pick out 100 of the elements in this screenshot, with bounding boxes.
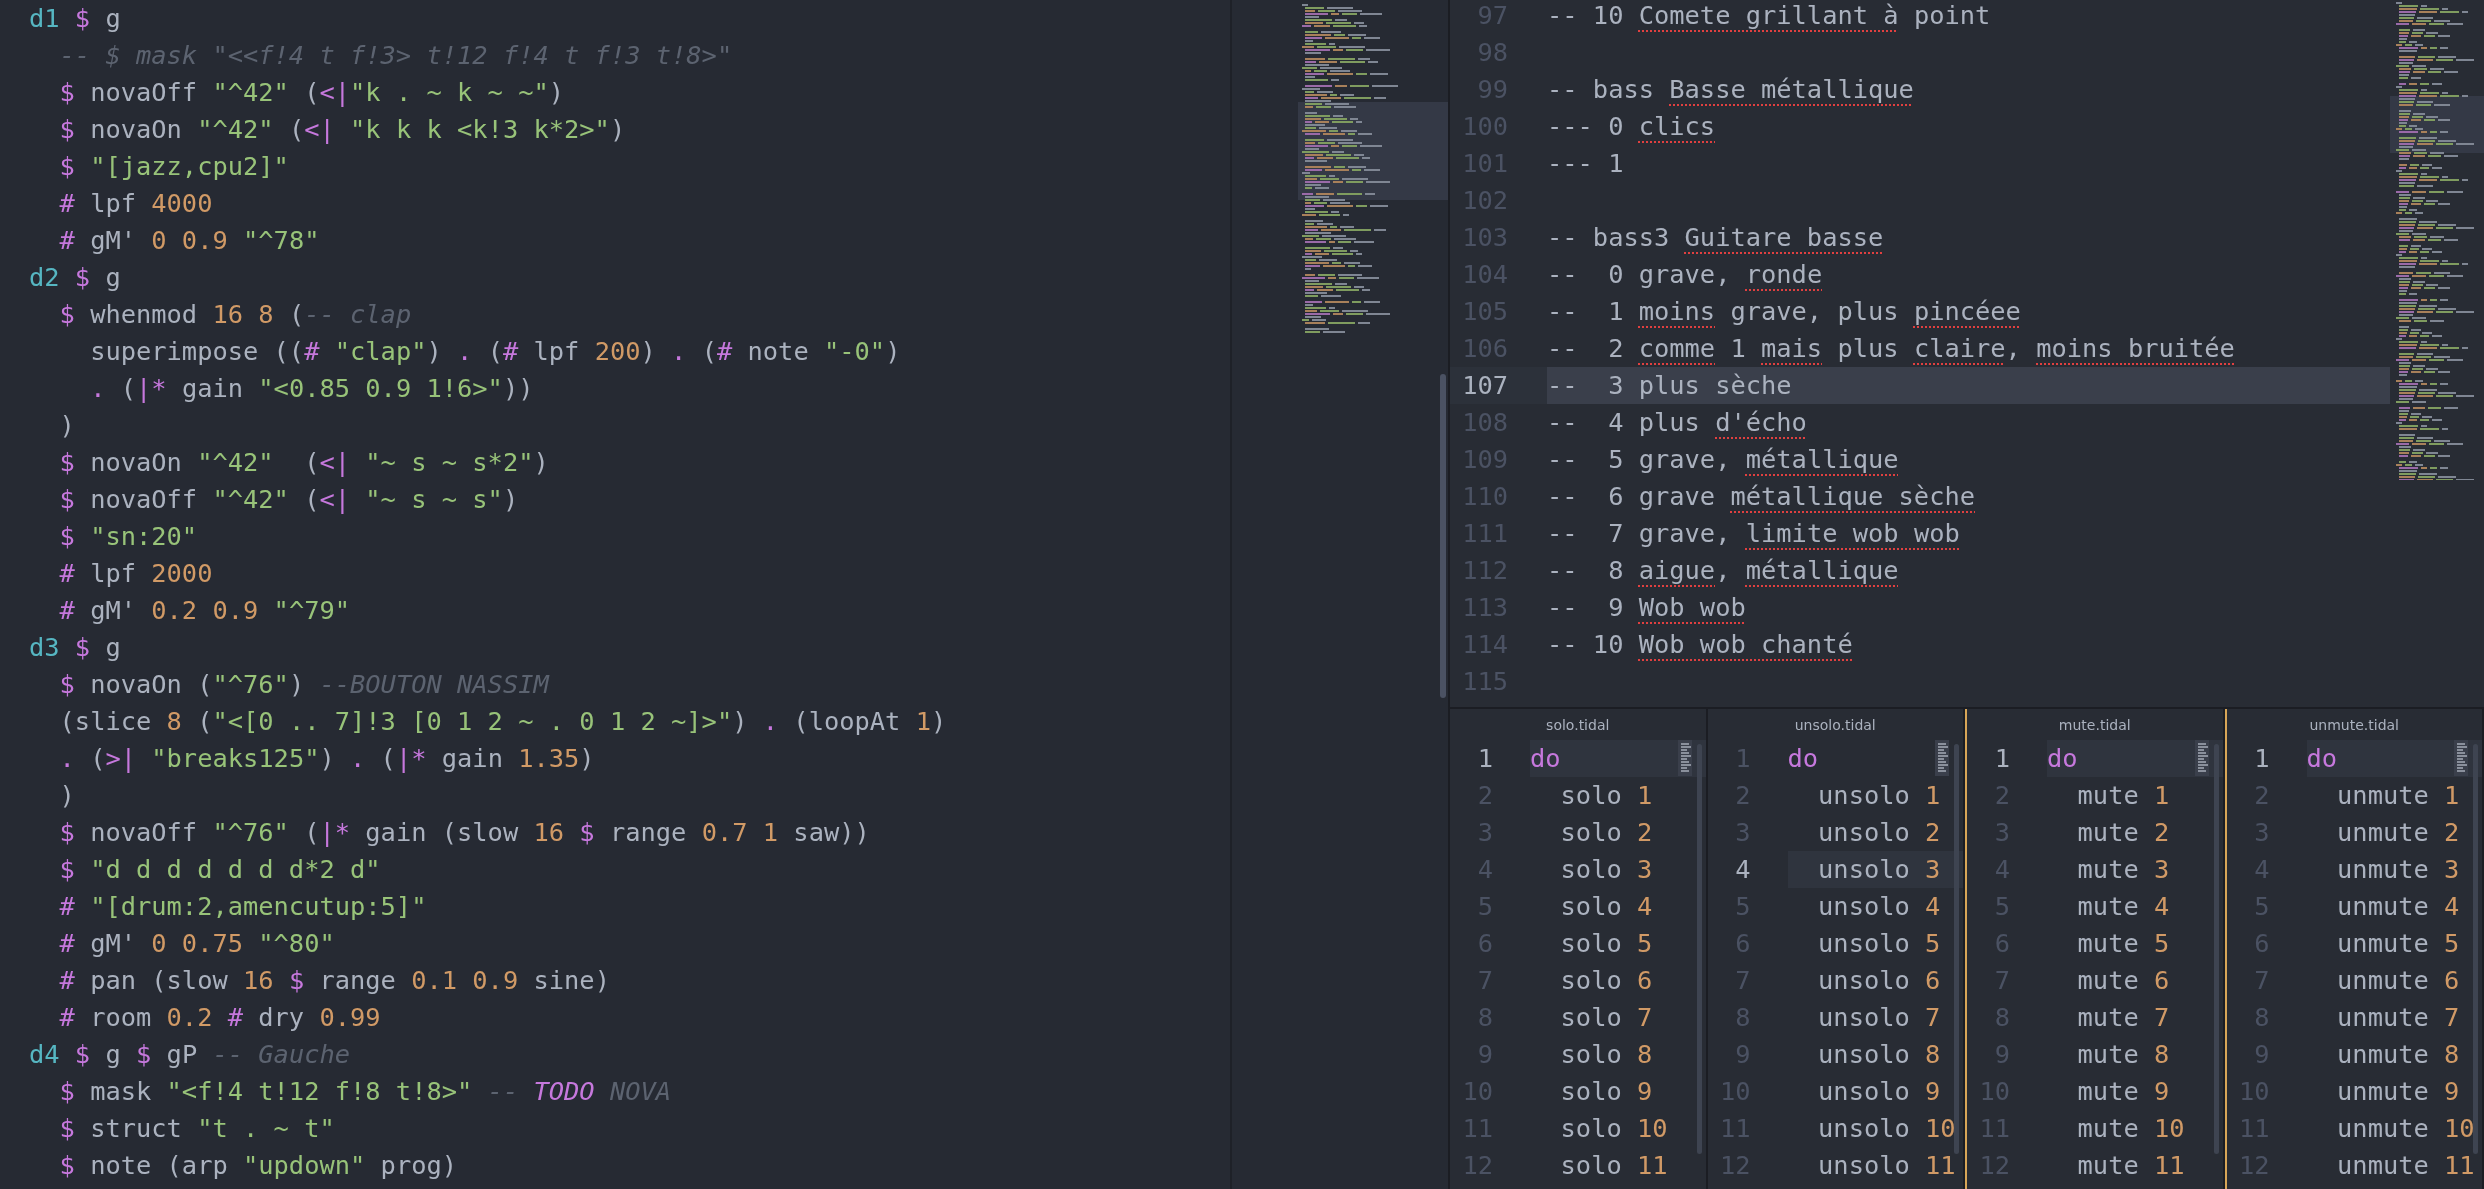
code-line: solo 10: [1559, 1112, 1668, 1145]
code-line: mute 8: [2076, 1038, 2170, 1071]
code-line: -- 3 plus sèche: [1547, 369, 1792, 402]
code-line: solo 11: [1559, 1149, 1668, 1182]
scrollbar-thumb[interactable]: [2473, 744, 2478, 1154]
code-line: unsolo 10: [1817, 1112, 1956, 1145]
code-line: unsolo 3: [1817, 853, 1941, 886]
code-line: unsolo 8: [1817, 1038, 1941, 1071]
code-line: -- 1 moins grave, plus pincéee: [1547, 295, 2021, 328]
code-line: -- 10 Wob wob chanté: [1547, 628, 1853, 661]
tab-title[interactable]: solo.tidal: [1546, 716, 1610, 733]
code-line: unsolo 6: [1817, 964, 1941, 997]
code-line: do: [2047, 742, 2078, 775]
code-line: $ novaOff "^42" (<| "~ s ~ s"): [58, 483, 519, 516]
scrollbar-thumb[interactable]: [1440, 374, 1446, 698]
code-line: $ mask "<f!4 t!12 f!8 t!8>" -- TODO NOVA: [58, 1075, 672, 1108]
scrollbar-thumb[interactable]: [1696, 744, 1702, 1154]
code-line: solo 2: [1559, 816, 1653, 849]
code-line: mute 4: [2076, 890, 2170, 923]
code-line: solo 4: [1559, 890, 1653, 923]
code-line: solo 8: [1559, 1038, 1653, 1071]
code-line: $ note (arp "updown" prog): [58, 1149, 458, 1182]
code-line: unmute 9: [2336, 1075, 2460, 1108]
code-line: . (|* gain "<0.85 0.9 1!6>")): [89, 372, 534, 405]
scrollbar-thumb[interactable]: [2213, 744, 2219, 1154]
code-line: # lpf 4000: [58, 187, 213, 220]
code-line: solo 9: [1559, 1075, 1653, 1108]
code-line: unmute 6: [2336, 964, 2460, 997]
code-line: unsolo 7: [1817, 1001, 1941, 1034]
code-line: mute 10: [2076, 1112, 2185, 1145]
code-line: . (>| "breaks125") . (|* gain 1.35): [58, 742, 595, 775]
code-line: d1 $ g: [29, 2, 121, 35]
code-line: unmute 5: [2336, 927, 2460, 960]
tab-title[interactable]: unmute.tidal: [2309, 716, 2399, 733]
tab-title[interactable]: unsolo.tidal: [1794, 716, 1876, 733]
code-line: $ "d d d d d d d*2 d": [58, 853, 381, 886]
code-line: # gM' 0 0.9 "^78": [58, 224, 320, 257]
code-line: -- 7 grave, limite wob wob: [1547, 517, 1960, 550]
code-line: ): [58, 779, 75, 812]
code-line: solo 1: [1559, 779, 1653, 812]
code-line: $ novaOn ("^76") --BOUTON NASSIM: [58, 668, 549, 701]
code-line: mute 5: [2076, 927, 2170, 960]
code-line: $ "[jazz,cpu2]": [58, 150, 289, 183]
code-line: unmute 1: [2336, 779, 2460, 812]
code-line: unsolo 9: [1817, 1075, 1941, 1108]
code-line: d4 $ g $ gP -- Gauche: [29, 1038, 351, 1071]
code-line: -- 9 Wob wob: [1547, 591, 1746, 624]
minimap-drawing: [1935, 740, 1949, 776]
code-line: do: [1530, 742, 1561, 775]
tab-title[interactable]: mute.tidal: [2058, 716, 2131, 733]
code-line: -- bass Basse métallique: [1547, 73, 1914, 106]
code-line: solo 6: [1559, 964, 1653, 997]
code-line: unmute 10: [2336, 1112, 2475, 1145]
code-line: # lpf 2000: [58, 557, 213, 590]
code-line: -- $ mask "<<f!4 t f!3> t!12 f!4 t f!3 t!8>": [58, 39, 733, 72]
code-line: unmute 11: [2336, 1149, 2475, 1182]
code-line: -- 4 plus d'écho: [1547, 406, 1807, 439]
code-line: $ novaOff "^76" (|* gain (slow 16 $ range 0.7 1 saw)): [58, 816, 870, 849]
code-line: $ struct "t . ~ t": [58, 1112, 335, 1145]
line-number: 107: [1461, 369, 1508, 402]
code-line: unmute 8: [2336, 1038, 2460, 1071]
code-line: -- 0 grave, ronde: [1547, 258, 1823, 291]
code-line: # room 0.2 # dry 0.99: [58, 1001, 381, 1034]
code-line: superimpose ((# "clap") . (# lpf 200) . (# note "-0"): [89, 335, 901, 368]
code-line: $ novaOn "^42" (<| "~ s ~ s*2"): [58, 446, 549, 479]
code-line: --- 0 clics: [1547, 110, 1716, 143]
code-line: unsolo 5: [1817, 927, 1941, 960]
minimap-drawing: [2454, 740, 2468, 776]
code-line: mute 1: [2076, 779, 2170, 812]
code-line: unsolo 2: [1817, 816, 1941, 849]
scrollbar-thumb[interactable]: [1954, 744, 1959, 1154]
line-number: 1: [1476, 742, 1493, 775]
code-line: (slice 8 ("<[0 .. 7]!3 [0 1 2 ~ . 0 1 2 ~]>") . (loopAt 1): [58, 705, 947, 738]
code-line: solo 7: [1559, 1001, 1653, 1034]
code-line: unsolo 11: [1817, 1149, 1956, 1182]
line-number: 1: [1993, 742, 2010, 775]
code-line: unmute 7: [2336, 1001, 2460, 1034]
code-line: do: [2306, 742, 2338, 775]
code-line: $ novaOn "^42" (<| "k k k <k!3 k*2>"): [58, 113, 626, 146]
code-line: -- 6 grave métallique sèche: [1547, 480, 1976, 513]
code-line: solo 3: [1559, 853, 1653, 886]
code-line: mute 2: [2076, 816, 2170, 849]
code-line: # gM' 0 0.75 "^80": [58, 927, 335, 960]
code-line: mute 3: [2076, 853, 2170, 886]
code-line: --- 1: [1547, 147, 1624, 180]
code-line: -- 2 comme 1 mais plus claire, moins bruitée: [1547, 332, 2235, 365]
code-line: unmute 4: [2336, 890, 2460, 923]
code-line: $ "sn:20": [58, 520, 198, 553]
code-line: # pan (slow 16 $ range 0.1 0.9 sine): [58, 964, 610, 997]
code-line: solo 5: [1559, 927, 1653, 960]
code-line: mute 9: [2076, 1075, 2170, 1108]
code-line: -- bass3 Guitare basse: [1547, 221, 1884, 254]
code-line: ): [58, 409, 75, 442]
line-number: 4: [1734, 853, 1751, 886]
code-line: -- 10 Comete grillant à point: [1547, 0, 1991, 32]
code-line: d3 $ g: [29, 631, 121, 664]
code-line: unsolo 1: [1817, 779, 1941, 812]
code-line: do: [1787, 742, 1819, 775]
code-line: # "[drum:2,amencutup:5]": [58, 890, 427, 923]
code-line: mute 7: [2076, 1001, 2170, 1034]
